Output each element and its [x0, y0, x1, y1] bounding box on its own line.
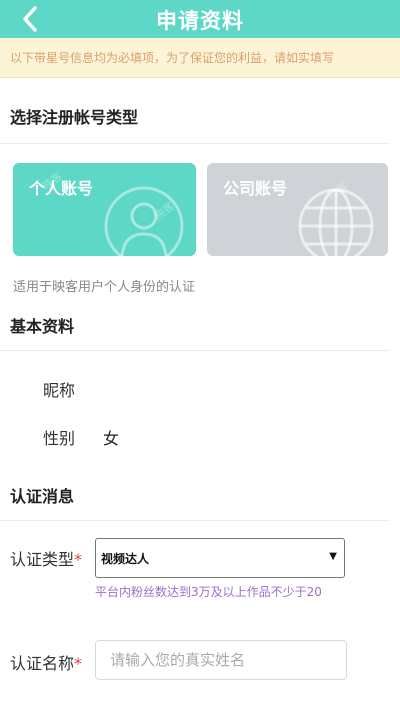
company-account-card[interactable]: 映客 公司账号 [207, 163, 388, 256]
globe-icon [298, 188, 374, 256]
required-mark: * [74, 550, 83, 569]
page-title: 申请资料 [156, 9, 244, 33]
company-account-label: 公司账号 [223, 179, 288, 198]
account-type-title: 选择注册帐号类型 [10, 108, 139, 127]
auth-type-select[interactable]: 视频达人 ▼ [95, 538, 345, 578]
personal-account-card[interactable]: 映客 映客 个人账号 [13, 163, 196, 256]
gender-value: 女 [103, 429, 120, 448]
gender-label: 性别 [43, 429, 76, 448]
auth-type-label: 认证类型* [10, 550, 83, 569]
nickname-label: 昵称 [43, 381, 76, 400]
auth-info-title: 认证消息 [10, 487, 75, 506]
person-icon [104, 186, 184, 256]
personal-account-label: 个人账号 [29, 179, 94, 198]
basic-info-title: 基本资料 [10, 317, 75, 336]
notice-banner: 以下带星号信息均为必填项，为了保证您的利益，请如实填写 [0, 38, 400, 78]
divider [0, 350, 390, 351]
auth-type-selected-value: 视频达人 [101, 552, 150, 566]
divider [0, 143, 390, 144]
header-bar: 申请资料 [0, 0, 400, 38]
dropdown-arrow-icon: ▼ [329, 551, 337, 562]
required-mark: * [74, 654, 83, 673]
account-type-hint: 适用于映客用户个人身份的认证 [13, 280, 196, 295]
auth-name-label: 认证名称* [10, 654, 83, 673]
auth-type-description: 平台内粉丝数达到3万及以上作品不少于20 [95, 585, 322, 599]
auth-name-input[interactable] [95, 640, 347, 680]
divider [0, 520, 390, 521]
